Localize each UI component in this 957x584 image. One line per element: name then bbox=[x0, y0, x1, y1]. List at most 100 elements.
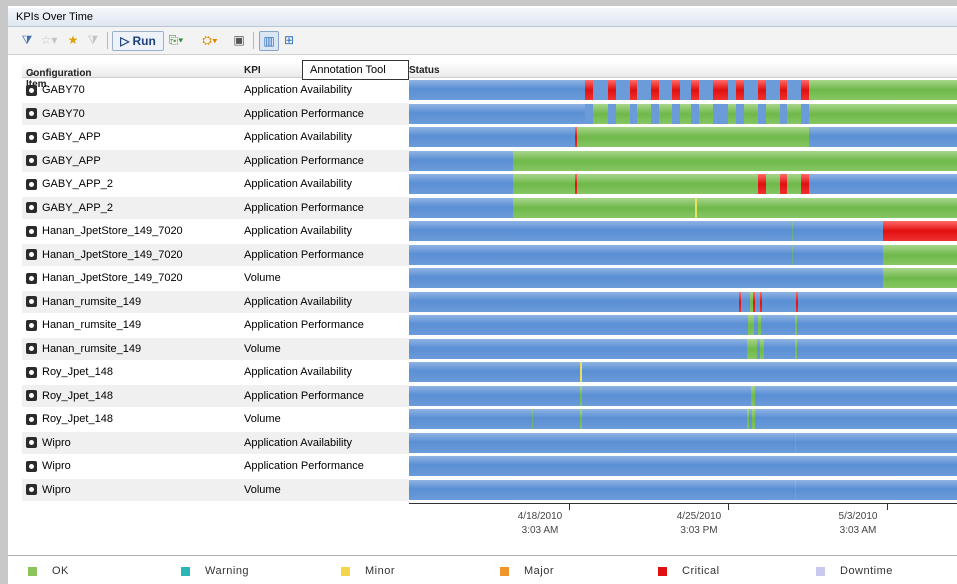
legend-item-warning: Warning bbox=[181, 565, 249, 577]
status-bar[interactable] bbox=[409, 127, 957, 147]
status-bar[interactable] bbox=[409, 409, 957, 429]
status-bar[interactable] bbox=[409, 150, 957, 171]
clear-filter-icon[interactable]: ⧩ bbox=[84, 31, 102, 49]
status-bar[interactable] bbox=[409, 338, 957, 359]
settings-icon[interactable]: ▣ bbox=[230, 31, 248, 49]
kpi-name: Application Performance bbox=[244, 248, 364, 261]
ci-name: Hanan_rumsite_149 bbox=[42, 295, 142, 308]
run-button[interactable]: ▷ Run bbox=[112, 31, 164, 51]
table-row[interactable]: Hanan_JpetStore_149_7020 Volume bbox=[22, 267, 957, 289]
table-view-icon[interactable]: ⊞ bbox=[280, 31, 298, 49]
ci-name: Roy_Jpet_148 bbox=[42, 366, 113, 378]
ci-name: Hanan_JpetStore_149_7020 bbox=[42, 272, 183, 284]
status-bar[interactable] bbox=[409, 221, 957, 241]
status-bar[interactable] bbox=[409, 244, 957, 265]
status-bar[interactable] bbox=[409, 174, 957, 194]
time-axis-label: 5/3/2010 3:03 AM bbox=[838, 511, 878, 536]
table-row[interactable]: Hanan_rumsite_149 Volume bbox=[22, 337, 957, 360]
ci-name: Hanan_JpetStore_149_7020 bbox=[42, 248, 183, 261]
status-bar[interactable] bbox=[409, 291, 957, 312]
kpi-name: Application Availability bbox=[244, 295, 353, 308]
toolbar-separator bbox=[253, 32, 254, 49]
table-row[interactable]: Roy_Jpet_148 Application Performance bbox=[22, 384, 957, 407]
ci-name: GABY_APP_2 bbox=[42, 201, 113, 214]
status-bar[interactable] bbox=[409, 103, 957, 124]
table-row[interactable]: GABY70 Application Performance bbox=[22, 102, 957, 125]
ci-name: GABY_APP bbox=[42, 154, 101, 167]
filter-icon[interactable]: ⧩ bbox=[18, 31, 36, 49]
window-frame-left bbox=[0, 0, 8, 584]
legend-item-major: Major bbox=[500, 565, 554, 577]
legend-item-critical: Critical bbox=[658, 565, 720, 577]
run-label: Run bbox=[132, 34, 156, 48]
ci-name: Hanan_rumsite_149 bbox=[42, 319, 142, 331]
kpi-name: Application Performance bbox=[244, 107, 364, 120]
ci-type-icon bbox=[26, 249, 37, 260]
status-bar[interactable] bbox=[409, 315, 957, 335]
legend-item-downtime: Downtime bbox=[816, 565, 893, 577]
ci-type-icon bbox=[26, 319, 37, 331]
export-dropdown-icon[interactable]: ⎘▾ bbox=[162, 31, 190, 49]
time-axis-tick bbox=[887, 503, 888, 510]
column-header-ci[interactable]: Configuration Item▲ bbox=[22, 62, 244, 90]
kpi-name: Application Availability bbox=[244, 366, 353, 378]
kpi-name: Application Performance bbox=[244, 389, 364, 402]
time-axis-tick bbox=[728, 503, 729, 510]
favorites-dropdown-icon[interactable]: ☆▾ bbox=[38, 31, 60, 49]
ci-name: Wipro bbox=[42, 436, 71, 449]
hierarchy-dropdown-icon[interactable]: ⛭▾ bbox=[196, 31, 224, 49]
legend-item-ok: OK bbox=[28, 565, 69, 577]
kpi-name: Application Performance bbox=[244, 154, 364, 167]
add-favorite-icon[interactable]: ★ bbox=[64, 31, 82, 49]
kpi-name: Application Performance bbox=[244, 201, 364, 214]
time-axis bbox=[409, 503, 957, 504]
ci-type-icon bbox=[26, 178, 37, 190]
status-bar[interactable] bbox=[409, 385, 957, 406]
kpi-name: Application Availability bbox=[244, 436, 353, 449]
ci-name: Roy_Jpet_148 bbox=[42, 413, 113, 425]
table-row[interactable]: GABY_APP_2 Application Availability bbox=[22, 173, 957, 195]
table-row[interactable]: Hanan_rumsite_149 Application Availabili… bbox=[22, 290, 957, 313]
table-row[interactable]: Wipro Application Performance bbox=[22, 455, 957, 477]
chart-view-icon[interactable]: ▥ bbox=[259, 31, 279, 51]
table-row[interactable]: Hanan_JpetStore_149_7020 Application Per… bbox=[22, 243, 957, 266]
status-bar[interactable] bbox=[409, 362, 957, 382]
ci-type-icon bbox=[26, 202, 37, 213]
status-bar[interactable] bbox=[409, 479, 957, 500]
ci-type-icon bbox=[26, 390, 37, 401]
legend-item-minor: Minor bbox=[341, 565, 395, 577]
status-bar[interactable] bbox=[409, 456, 957, 476]
ci-type-icon bbox=[26, 437, 37, 448]
kpi-name: Volume bbox=[244, 483, 281, 496]
kpi-name: Application Performance bbox=[244, 460, 364, 472]
table-row[interactable]: Hanan_rumsite_149 Application Performanc… bbox=[22, 314, 957, 336]
annotation-tool-tooltip: Annotation Tool bbox=[302, 60, 409, 80]
table-row[interactable]: Wipro Application Availability bbox=[22, 431, 957, 454]
table-row[interactable]: Hanan_JpetStore_149_7020 Application Ava… bbox=[22, 220, 957, 242]
table-row[interactable]: GABY_APP Application Availability bbox=[22, 126, 957, 148]
kpi-name: Application Availability bbox=[244, 131, 353, 143]
time-axis-label: 4/18/2010 3:03 AM bbox=[517, 511, 563, 536]
table-row[interactable]: Roy_Jpet_148 Volume bbox=[22, 408, 957, 430]
window-frame-top bbox=[0, 0, 957, 6]
ci-type-icon bbox=[26, 84, 37, 96]
ci-name: GABY_APP bbox=[42, 131, 101, 143]
status-bar[interactable] bbox=[409, 432, 957, 453]
status-bar[interactable] bbox=[409, 197, 957, 218]
table-row[interactable]: GABY_APP Application Performance bbox=[22, 149, 957, 172]
table-row[interactable]: Wipro Volume bbox=[22, 478, 957, 501]
kpi-name: Application Availability bbox=[244, 225, 353, 237]
status-bar[interactable] bbox=[409, 268, 957, 288]
column-header-status[interactable]: Status bbox=[409, 62, 957, 78]
column-header-kpi-label: KPI bbox=[244, 65, 261, 76]
ci-type-icon bbox=[26, 155, 37, 166]
play-icon: ▷ bbox=[120, 34, 130, 48]
ci-type-icon bbox=[26, 225, 37, 237]
status-bar[interactable] bbox=[409, 80, 957, 100]
table-row[interactable]: Roy_Jpet_148 Application Availability bbox=[22, 361, 957, 383]
column-header-status-label: Status bbox=[409, 65, 440, 76]
table-row[interactable]: GABY70 Application Availability bbox=[22, 79, 957, 101]
kpi-name: Application Performance bbox=[244, 319, 364, 331]
table-row[interactable]: GABY_APP_2 Application Performance bbox=[22, 196, 957, 219]
toolbar: ⧩ ☆▾ ★ ⧩ ▷ Run ⎘▾ ⛭▾ ▣ ▥ ⊞ bbox=[8, 27, 957, 55]
